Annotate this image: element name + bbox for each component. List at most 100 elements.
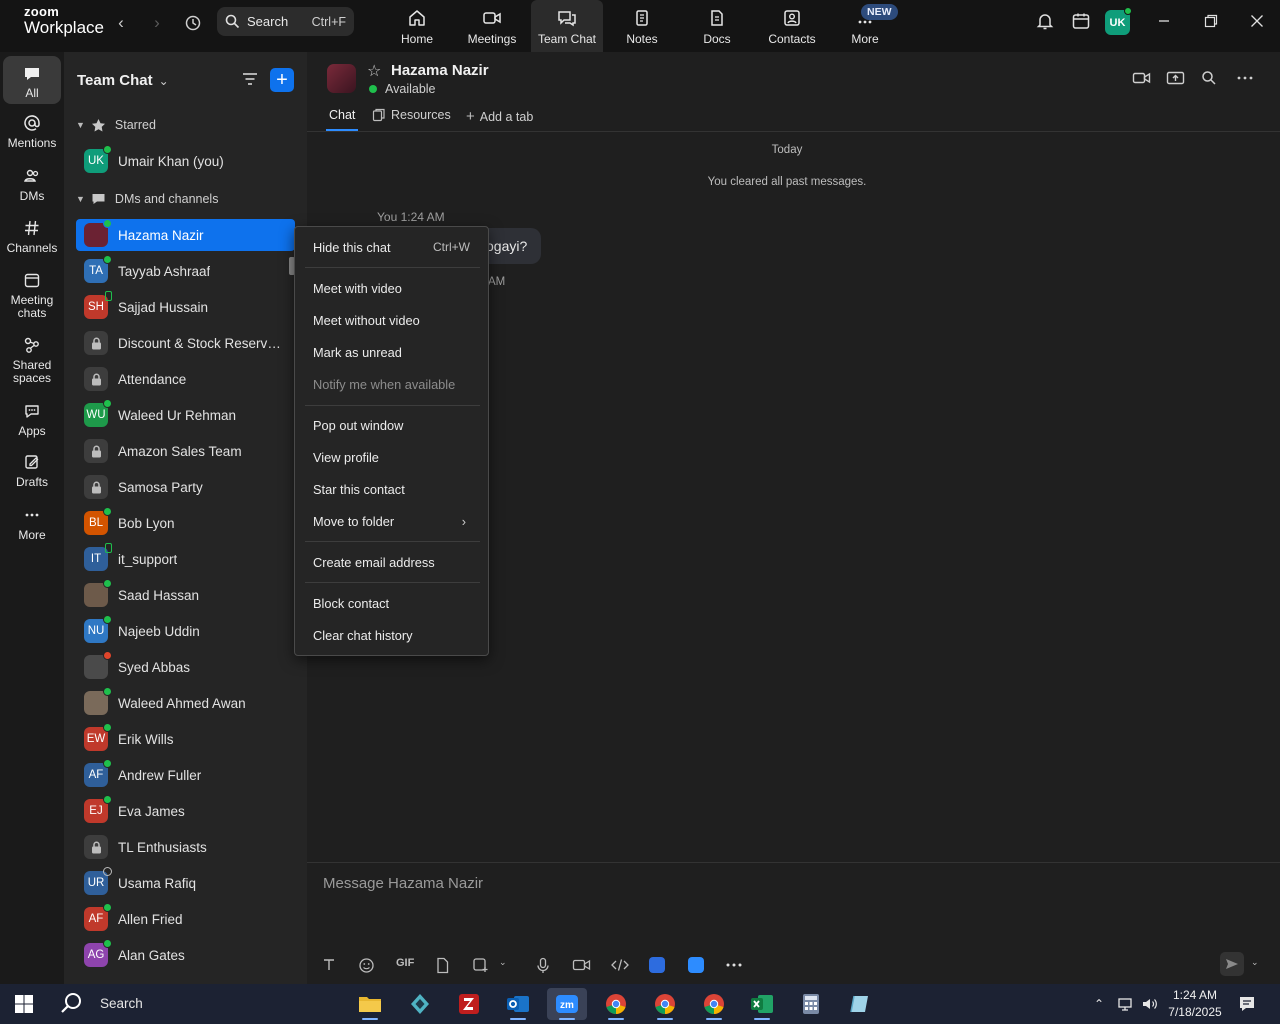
menu-item-meet-without-video[interactable]: Meet without video [295,306,488,334]
rail-item-meeting-chats[interactable]: Meeting chats [3,271,61,320]
chat-list-item[interactable]: Syed Abbas [76,651,295,683]
close-icon[interactable] [1250,14,1264,33]
tab-chat[interactable]: Chat [329,108,355,122]
filter-icon[interactable] [241,70,259,93]
star-outline-icon[interactable]: ☆ [367,61,381,81]
nav-tab-contacts[interactable]: Contacts [756,0,828,52]
chat-list-item[interactable]: SH Sajjad Hussain [76,291,295,323]
chat-list-item[interactable]: AF Allen Fried [76,903,295,935]
outlook-icon[interactable] [498,988,538,1020]
menu-item-pop-out[interactable]: Pop out window [295,411,488,439]
text-format-icon[interactable] [321,957,337,973]
file-icon[interactable] [435,957,450,974]
chat-list-item[interactable]: EJ Eva James [76,795,295,827]
emoji-icon[interactable] [358,957,375,974]
history-icon[interactable] [182,12,204,34]
chat-list-item[interactable]: Discount & Stock Reservati... [76,327,295,359]
message-composer[interactable]: Message Hazama Nazir GIF ⌄ ⌄ [307,862,1280,984]
video-message-icon[interactable] [572,957,591,973]
chat-list-item[interactable]: NU Najeeb Uddin [76,615,295,647]
rail-item-drafts[interactable]: Drafts [3,453,61,489]
chat-list-item[interactable]: Samosa Party [76,471,295,503]
chat-list-item[interactable]: UR Usama Rafiq [76,867,295,899]
rail-item-shared-spaces[interactable]: Shared spaces [3,336,61,385]
chat-contact-name[interactable]: Hazama Nazir [391,62,489,79]
more-options-icon[interactable] [1236,70,1254,91]
zoom-taskbar-icon[interactable]: zm [547,988,587,1020]
bell-icon[interactable] [1035,11,1055,36]
tab-resources[interactable]: Resources [372,108,451,122]
menu-item-block-contact[interactable]: Block contact [295,589,488,617]
new-chat-button[interactable]: + [270,68,294,92]
screenshot-icon[interactable] [472,957,489,974]
back-arrow-icon[interactable]: ‹ [110,12,132,34]
menu-item-clear-history[interactable]: Clear chat history [295,621,488,649]
volume-icon[interactable] [1141,984,1159,1024]
code-snippet-icon[interactable] [610,957,630,973]
rail-item-dms[interactable]: DMs [3,167,61,203]
rail-item-channels[interactable]: Channels [3,219,61,255]
share-screen-icon[interactable] [1166,70,1185,91]
chat-list-item[interactable]: TL Enthusiasts [76,831,295,863]
contact-avatar[interactable] [327,64,356,93]
chevron-down-icon[interactable]: ⌄ [499,957,507,968]
chat-list-item[interactable]: Amazon Sales Team [76,435,295,467]
chat-list-item[interactable]: Hazama Nazir [76,219,295,251]
notification-center-icon[interactable] [1238,984,1256,1024]
section-dms-channels[interactable]: ▼ DMs and channels [76,189,218,209]
chat-list-item[interactable]: Saad Hassan [76,579,295,611]
restore-icon[interactable] [1204,14,1218,33]
menu-item-hide-chat[interactable]: Hide this chat Ctrl+W [295,233,488,261]
search-box[interactable]: Search Ctrl+F [217,7,354,36]
menu-item-move-to-folder[interactable]: Move to folder › [295,507,488,535]
tab-add[interactable]: + Add a tab [466,108,533,125]
rail-item-mentions[interactable]: Mentions [3,114,61,150]
app-icon-blue[interactable] [649,957,665,973]
chat-list-item[interactable]: WU Waleed Ur Rehman [76,399,295,431]
chat-list-item[interactable]: UK Umair Khan (you) [76,145,295,177]
menu-item-star-contact[interactable]: Star this contact [295,475,488,503]
microphone-icon[interactable] [536,957,550,974]
nav-tab-home[interactable]: Home [381,0,453,52]
section-starred[interactable]: ▼ Starred [76,115,156,135]
search-icon[interactable] [1201,70,1217,91]
nav-tab-team-chat[interactable]: Team Chat [531,0,603,52]
file-explorer-icon[interactable] [350,988,390,1020]
rail-item-all[interactable]: All [3,56,61,104]
chat-list-item[interactable]: BL Bob Lyon [76,507,295,539]
chevron-up-icon[interactable]: ⌃ [1094,984,1104,1024]
more-tools-icon[interactable] [725,957,743,973]
app-icon-zoom[interactable] [688,957,704,973]
gif-button[interactable]: GIF [396,957,414,969]
excel-icon[interactable] [742,988,782,1020]
chat-list-item[interactable]: EW Erik Wills [76,723,295,755]
forward-arrow-icon[interactable]: › [146,12,168,34]
menu-item-mark-unread[interactable]: Mark as unread [295,338,488,366]
video-call-icon[interactable] [1132,70,1151,91]
calculator-icon[interactable] [791,988,831,1020]
calendar-icon[interactable] [1071,11,1091,36]
chevron-down-icon[interactable]: ⌄ [1251,957,1259,968]
chat-list-item[interactable]: AF Andrew Fuller [76,759,295,791]
windows-start-icon[interactable] [14,994,34,1019]
chat-list-item[interactable]: IT it_support [76,543,295,575]
app-icon-light-blue[interactable] [840,988,880,1020]
chrome-icon[interactable] [645,988,685,1020]
chat-list-item[interactable]: Waleed Ahmed Awan [76,687,295,719]
menu-item-meet-with-video[interactable]: Meet with video [295,274,488,302]
rail-item-more[interactable]: More [3,506,61,542]
chat-list-item[interactable]: Attendance [76,363,295,395]
menu-item-view-profile[interactable]: View profile [295,443,488,471]
menu-item-create-email[interactable]: Create email address [295,548,488,576]
taskbar-search[interactable]: Search [60,991,143,1015]
chrome-icon[interactable] [596,988,636,1020]
taskbar-clock[interactable]: 1:24 AM 7/18/2025 [1160,987,1230,1021]
chat-list-item[interactable]: TA Tayyab Ashraaf [76,255,295,287]
panel-title[interactable]: Team Chat ⌄ [77,72,169,89]
network-icon[interactable] [1117,984,1135,1024]
app-icon-teal[interactable] [400,988,440,1020]
rail-item-apps[interactable]: Apps [3,402,61,438]
nav-tab-notes[interactable]: Notes [606,0,678,52]
chrome-icon[interactable] [694,988,734,1020]
nav-tab-docs[interactable]: Docs [681,0,753,52]
